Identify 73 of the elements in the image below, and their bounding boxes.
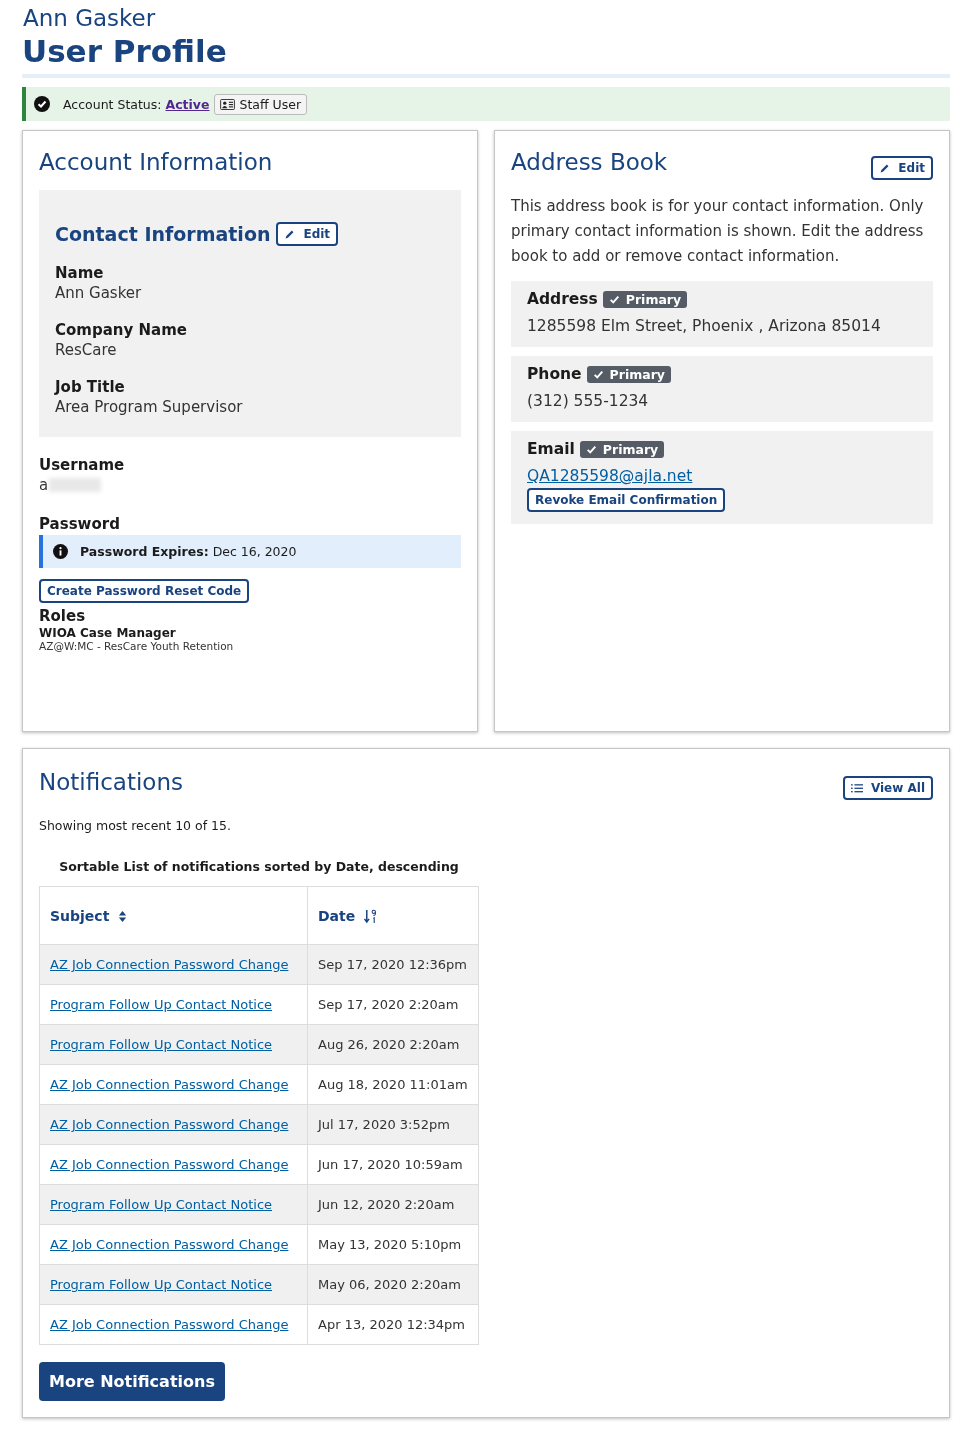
entry-value: (312) 555-1234 bbox=[527, 392, 650, 410]
subject-link[interactable]: AZ Job Connection Password Change bbox=[50, 1157, 289, 1172]
entry-label: Email bbox=[527, 440, 575, 458]
table-cell: Jun 12, 2020 2:20am bbox=[307, 1184, 479, 1225]
badge-label: Primary bbox=[609, 365, 665, 383]
field-label: Username bbox=[39, 455, 126, 475]
table-cell: Apr 13, 2020 12:34pm bbox=[307, 1304, 479, 1345]
subject-link[interactable]: Program Follow Up Contact Notice bbox=[50, 1197, 273, 1212]
view-all-button[interactable]: View All bbox=[842, 776, 933, 800]
role-detail: AZ@W:MC - ResCare Youth Retention bbox=[39, 640, 235, 652]
list-icon bbox=[850, 782, 863, 794]
revoke-button[interactable]: Revoke Email Confirmation bbox=[527, 488, 726, 512]
field-label: Job Title bbox=[55, 377, 126, 397]
field-label: Company Name bbox=[55, 320, 188, 340]
more-button[interactable]: More Notifications bbox=[39, 1362, 225, 1401]
sort-descending-icon bbox=[364, 908, 378, 924]
field-value: a bbox=[39, 475, 49, 495]
table-cell: Sep 17, 2020 2:20am bbox=[307, 984, 479, 1025]
field-value: Area Program Supervisor bbox=[55, 397, 244, 417]
pencil-icon bbox=[879, 162, 891, 174]
check-icon bbox=[608, 293, 620, 305]
badge-label: Staff User bbox=[239, 96, 302, 112]
subject-link[interactable]: AZ Job Connection Password Change bbox=[50, 1237, 289, 1252]
entry-label: Phone bbox=[527, 365, 582, 383]
check-icon bbox=[585, 443, 597, 455]
status-link[interactable]: Active bbox=[165, 96, 210, 112]
pencil-icon bbox=[284, 228, 296, 240]
subject-link[interactable]: AZ Job Connection Password Change bbox=[50, 1117, 289, 1132]
column-header[interactable]: Date bbox=[318, 908, 378, 924]
intro-text: This address book is for your contact information. Only primary contact information is shown. Edit the address book to add or remove contact information. bbox=[511, 196, 925, 267]
role-name: WIOA Case Manager bbox=[39, 626, 177, 640]
expiry-text: Password Expires: Dec 16, 2020 bbox=[80, 544, 297, 559]
check-circle-icon bbox=[34, 96, 50, 112]
check-icon bbox=[592, 368, 604, 380]
field-value: Ann Gasker bbox=[55, 283, 143, 303]
subject-link[interactable]: AZ Job Connection Password Change bbox=[50, 1317, 289, 1332]
user-name: Ann Gasker bbox=[23, 4, 157, 32]
summary-text: Showing most recent 10 of 15. bbox=[39, 818, 232, 833]
card-title: Account Information bbox=[39, 149, 274, 175]
table-cell: May 13, 2020 5:10pm bbox=[307, 1224, 479, 1265]
field-value: ResCare bbox=[55, 340, 118, 360]
entry-label: Address bbox=[527, 290, 598, 308]
badge-label: Primary bbox=[625, 290, 682, 308]
reset-code-button[interactable]: Create Password Reset Code bbox=[39, 579, 250, 603]
subject-link[interactable]: AZ Job Connection Password Change bbox=[50, 957, 289, 972]
edit-button[interactable]: Edit bbox=[276, 222, 339, 246]
entry-value: 1285598 Elm Street, Phoenix , Arizona 85014 bbox=[527, 317, 882, 335]
table-cell: Jun 17, 2020 10:59am bbox=[307, 1144, 479, 1185]
table-cell: Jul 17, 2020 3:52pm bbox=[307, 1104, 479, 1145]
status-label: Account Status: bbox=[63, 96, 162, 112]
field-label: Name bbox=[55, 263, 105, 283]
section-title: Contact Information bbox=[55, 223, 271, 245]
badge-label: Primary bbox=[602, 440, 659, 458]
sort-icon bbox=[118, 909, 128, 923]
subject-link[interactable]: AZ Job Connection Password Change bbox=[50, 1077, 289, 1092]
subject-link[interactable]: Program Follow Up Contact Notice bbox=[50, 1277, 273, 1292]
id-card-icon bbox=[220, 98, 236, 110]
page-title: User Profile bbox=[22, 32, 228, 70]
email-link[interactable]: QA1285598@ajla.net bbox=[527, 467, 917, 485]
table-cell: Aug 18, 2020 11:01am bbox=[307, 1064, 479, 1105]
table-cell: May 06, 2020 2:20am bbox=[307, 1264, 479, 1305]
subject-link[interactable]: Program Follow Up Contact Notice bbox=[50, 997, 273, 1012]
card-title: Address Book bbox=[511, 149, 668, 175]
edit-button[interactable]: Edit bbox=[871, 156, 933, 180]
field-label: Password bbox=[39, 514, 121, 534]
subject-link[interactable]: Program Follow Up Contact Notice bbox=[50, 1037, 273, 1052]
table-cell: Aug 26, 2020 2:20am bbox=[307, 1024, 479, 1065]
info-icon bbox=[53, 544, 68, 559]
table-cell: Sep 17, 2020 12:36pm bbox=[307, 944, 479, 985]
field-label: Roles bbox=[39, 606, 87, 626]
card-title: Notifications bbox=[39, 769, 183, 795]
column-header[interactable]: Subject bbox=[50, 908, 128, 924]
table-caption: Sortable List of notifications sorted by Date, descending bbox=[58, 858, 460, 876]
